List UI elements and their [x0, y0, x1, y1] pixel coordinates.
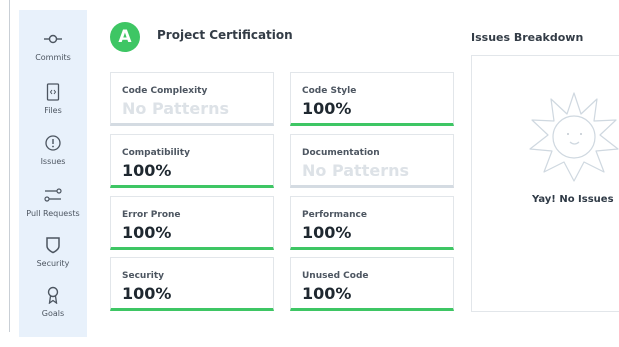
category-card-code-style[interactable]: Code Style 100% [290, 72, 454, 126]
grade-badge: A [110, 22, 140, 52]
category-title: Security [122, 271, 165, 281]
no-issues-message: Yay! No Issues [532, 194, 614, 205]
category-title: Code Complexity [122, 86, 208, 96]
category-title: Code Style [302, 86, 357, 96]
category-value: No Patterns [122, 99, 229, 118]
sidebar-item-files[interactable]: Files [19, 83, 87, 115]
sidebar-item-label: Goals [41, 309, 65, 318]
issues-title: Issues Breakdown [471, 31, 584, 44]
sidebar-item-label: Files [44, 106, 62, 115]
sidebar-item-pull-requests[interactable]: Pull Requests [19, 186, 87, 218]
category-card-code-complexity[interactable]: Code Complexity No Patterns [110, 72, 274, 126]
category-value: 100% [302, 284, 352, 303]
sidebar-item-security[interactable]: Security [19, 236, 87, 268]
sidebar-item-label: Security [36, 259, 70, 268]
left-divider [9, 0, 10, 332]
category-value: 100% [302, 223, 352, 242]
file-icon [46, 83, 60, 101]
category-value: 100% [122, 161, 172, 180]
category-card-error-prone[interactable]: Error Prone 100% [110, 196, 274, 250]
category-value: 100% [302, 99, 352, 118]
alert-circle-icon [45, 135, 61, 151]
sidebar: Commits Files Issues Pull Requests Secur… [19, 10, 87, 337]
pull-request-icon [44, 188, 62, 202]
category-value: No Patterns [302, 161, 409, 180]
category-card-compatibility[interactable]: Compatibility 100% [110, 134, 274, 188]
category-value: 100% [122, 284, 172, 303]
category-card-security[interactable]: Security 100% [110, 257, 274, 311]
sun-icon [529, 92, 619, 182]
category-card-performance[interactable]: Performance 100% [290, 196, 454, 250]
sidebar-item-issues[interactable]: Issues [19, 134, 87, 166]
category-title: Unused Code [302, 271, 369, 281]
page-title: Project Certification [157, 28, 293, 42]
award-icon [47, 286, 59, 304]
category-card-unused-code[interactable]: Unused Code 100% [290, 257, 454, 311]
shield-icon [46, 237, 60, 254]
category-value: 100% [122, 223, 172, 242]
category-title: Compatibility [122, 148, 190, 158]
sidebar-item-label: Pull Requests [26, 209, 80, 218]
category-title: Documentation [302, 148, 380, 158]
sidebar-item-label: Issues [40, 157, 66, 166]
sidebar-item-commits[interactable]: Commits [19, 30, 87, 62]
sidebar-item-goals[interactable]: Goals [19, 286, 87, 318]
category-title: Error Prone [122, 210, 181, 220]
commit-icon [44, 34, 62, 44]
category-title: Performance [302, 210, 367, 220]
sidebar-item-label: Commits [35, 53, 71, 62]
issues-panel: Yay! No Issues [471, 55, 619, 312]
category-card-documentation[interactable]: Documentation No Patterns [290, 134, 454, 188]
